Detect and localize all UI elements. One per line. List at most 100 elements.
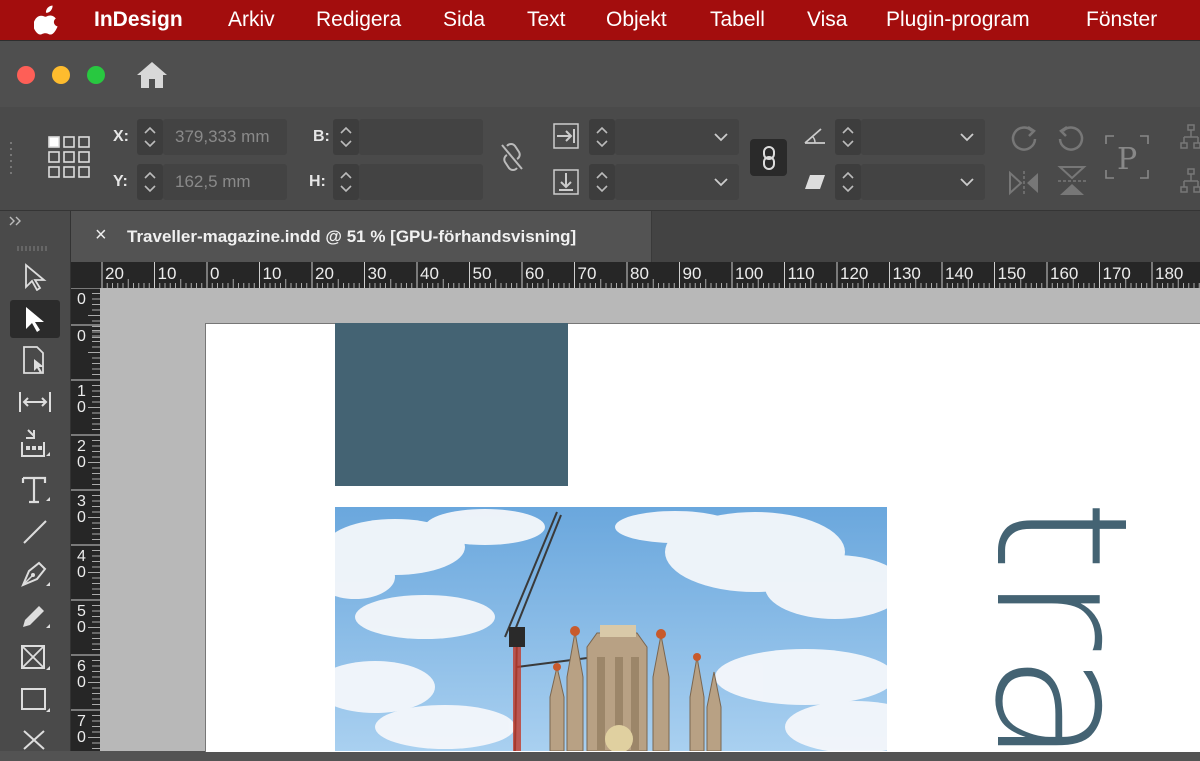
frame-placeholder-icon[interactable]: P [1104,134,1150,180]
document-tab[interactable]: × Traveller-magazine.indd @ 51 % [GPU-fö… [71,211,652,262]
menu-app-name[interactable]: InDesign [94,0,183,40]
menu-objekt[interactable]: Objekt [606,0,667,40]
menu-arkiv[interactable]: Arkiv [228,0,275,40]
ruler-label: 130 [893,264,921,283]
close-tab-icon[interactable]: × [95,224,107,247]
shear-dropdown[interactable] [861,164,985,200]
pencil-tool-icon[interactable] [10,597,60,635]
ruler-label: 0 [77,454,86,471]
ruler-label: 110 [788,264,815,283]
ruler-label: 5 [77,603,86,620]
rotate-clockwise-icon[interactable] [1008,121,1040,158]
height-stepper[interactable] [333,164,359,200]
ruler-label: 10 [158,264,177,283]
rectangle-tool-icon[interactable] [10,681,60,719]
scale-y-dropdown[interactable] [615,164,739,200]
rotate-stepper[interactable] [835,119,861,155]
ruler-label: 50 [473,264,492,283]
ruler-label: 1 [77,383,86,400]
ruler-label: 4 [77,548,86,565]
rotate-angle-icon [803,124,827,151]
constrain-proportions-icon[interactable] [499,142,525,177]
ruler-label: 150 [998,264,1026,283]
horizontal-ruler[interactable]: 20 10 0 10 20 30 40 50 60 70 80 90 100 110 120 130 140 15… [71,262,1200,289]
ruler-label: 3 [77,493,86,510]
height-field[interactable] [359,164,483,200]
shear-icon [803,173,827,196]
rectangle-frame-tool-icon[interactable] [10,639,60,677]
tools-panel [0,211,71,751]
ruler-label: 6 [77,658,86,675]
ruler-label: 20 [105,264,124,283]
ruler-label: 60 [525,264,544,283]
blue-color-frame[interactable] [335,323,568,486]
pen-tool-icon[interactable] [10,555,60,593]
minimize-window-button[interactable] [52,66,70,84]
menu-redigera[interactable]: Redigera [316,0,401,40]
page-tool-icon[interactable] [10,341,60,379]
menu-fonster[interactable]: Fönster [1086,0,1157,40]
width-stepper[interactable] [333,119,359,155]
ruler-label: 10 [263,264,282,283]
direct-selection-tool-icon[interactable] [10,300,60,338]
rotate-dropdown[interactable] [861,119,985,155]
ruler-label: 140 [945,264,973,283]
gap-tool-icon[interactable] [10,383,60,421]
scale-y-stepper[interactable] [589,164,615,200]
document-tab-title: Traveller-magazine.indd @ 51 % [GPU-förh… [127,227,577,246]
scissors-tool-icon[interactable] [10,723,60,761]
y-stepper[interactable] [137,164,163,200]
menu-visa[interactable]: Visa [807,0,847,40]
selection-tool-icon[interactable] [10,258,60,296]
select-content-icon[interactable] [1180,167,1200,202]
rotate-counterclockwise-icon[interactable] [1055,121,1087,158]
ruler-label: 90 [683,264,702,283]
y-value: 162,5 mm [175,172,251,191]
home-icon[interactable] [136,61,168,94]
width-field[interactable] [359,119,483,155]
constrain-scale-button[interactable] [750,139,787,176]
close-window-button[interactable] [17,66,35,84]
panel-grip-icon [10,142,14,183]
zoom-window-button[interactable] [87,66,105,84]
flip-vertical-icon[interactable] [1056,165,1088,202]
ruler-label: 20 [315,264,334,283]
scale-x-dropdown[interactable] [615,119,739,155]
x-value: 379,333 mm [175,127,270,146]
sagrada-familia-photo-frame[interactable] [335,507,887,751]
flip-horizontal-icon[interactable] [1008,169,1040,202]
y-field[interactable]: 162,5 mm [163,164,287,200]
line-tool-icon[interactable] [10,513,60,551]
ruler-label: 80 [630,264,649,283]
shear-stepper[interactable] [835,164,861,200]
control-panel: X: 379,333 mm Y: 162,5 mm B: H: P [0,107,1200,211]
apple-icon[interactable] [33,0,60,40]
reference-point-icon[interactable] [46,134,92,185]
content-collector-icon[interactable] [10,425,60,463]
menu-plugin-program[interactable]: Plugin-program [886,0,1030,40]
width-label: B: [313,128,330,145]
window-title-bar [0,40,1200,108]
headline-text: tra [978,505,1126,751]
scale-x-stepper[interactable] [589,119,615,155]
x-field[interactable]: 379,333 mm [163,119,287,155]
ruler-label: 160 [1050,264,1078,283]
vertical-ruler[interactable]: 0010203040506070 [71,288,100,751]
x-stepper[interactable] [137,119,163,155]
ruler-label: 0 [77,619,86,636]
menu-text[interactable]: Text [527,0,566,40]
headline-frame[interactable]: tra [978,505,1126,751]
ruler-label: 0 [77,729,86,746]
menu-sida[interactable]: Sida [443,0,485,40]
ruler-label: 7 [77,713,86,730]
menu-tabell[interactable]: Tabell [710,0,765,40]
ruler-label: 170 [1103,264,1131,283]
sagrada-familia-image [335,507,887,751]
ruler-label: 180 [1155,264,1183,283]
type-tool-icon[interactable] [10,471,60,509]
ruler-label: 70 [578,264,597,283]
ruler-label: 30 [368,264,387,283]
select-container-icon[interactable] [1180,123,1200,158]
collapse-panel-icon[interactable] [9,213,23,229]
tools-grip-icon [17,239,51,257]
